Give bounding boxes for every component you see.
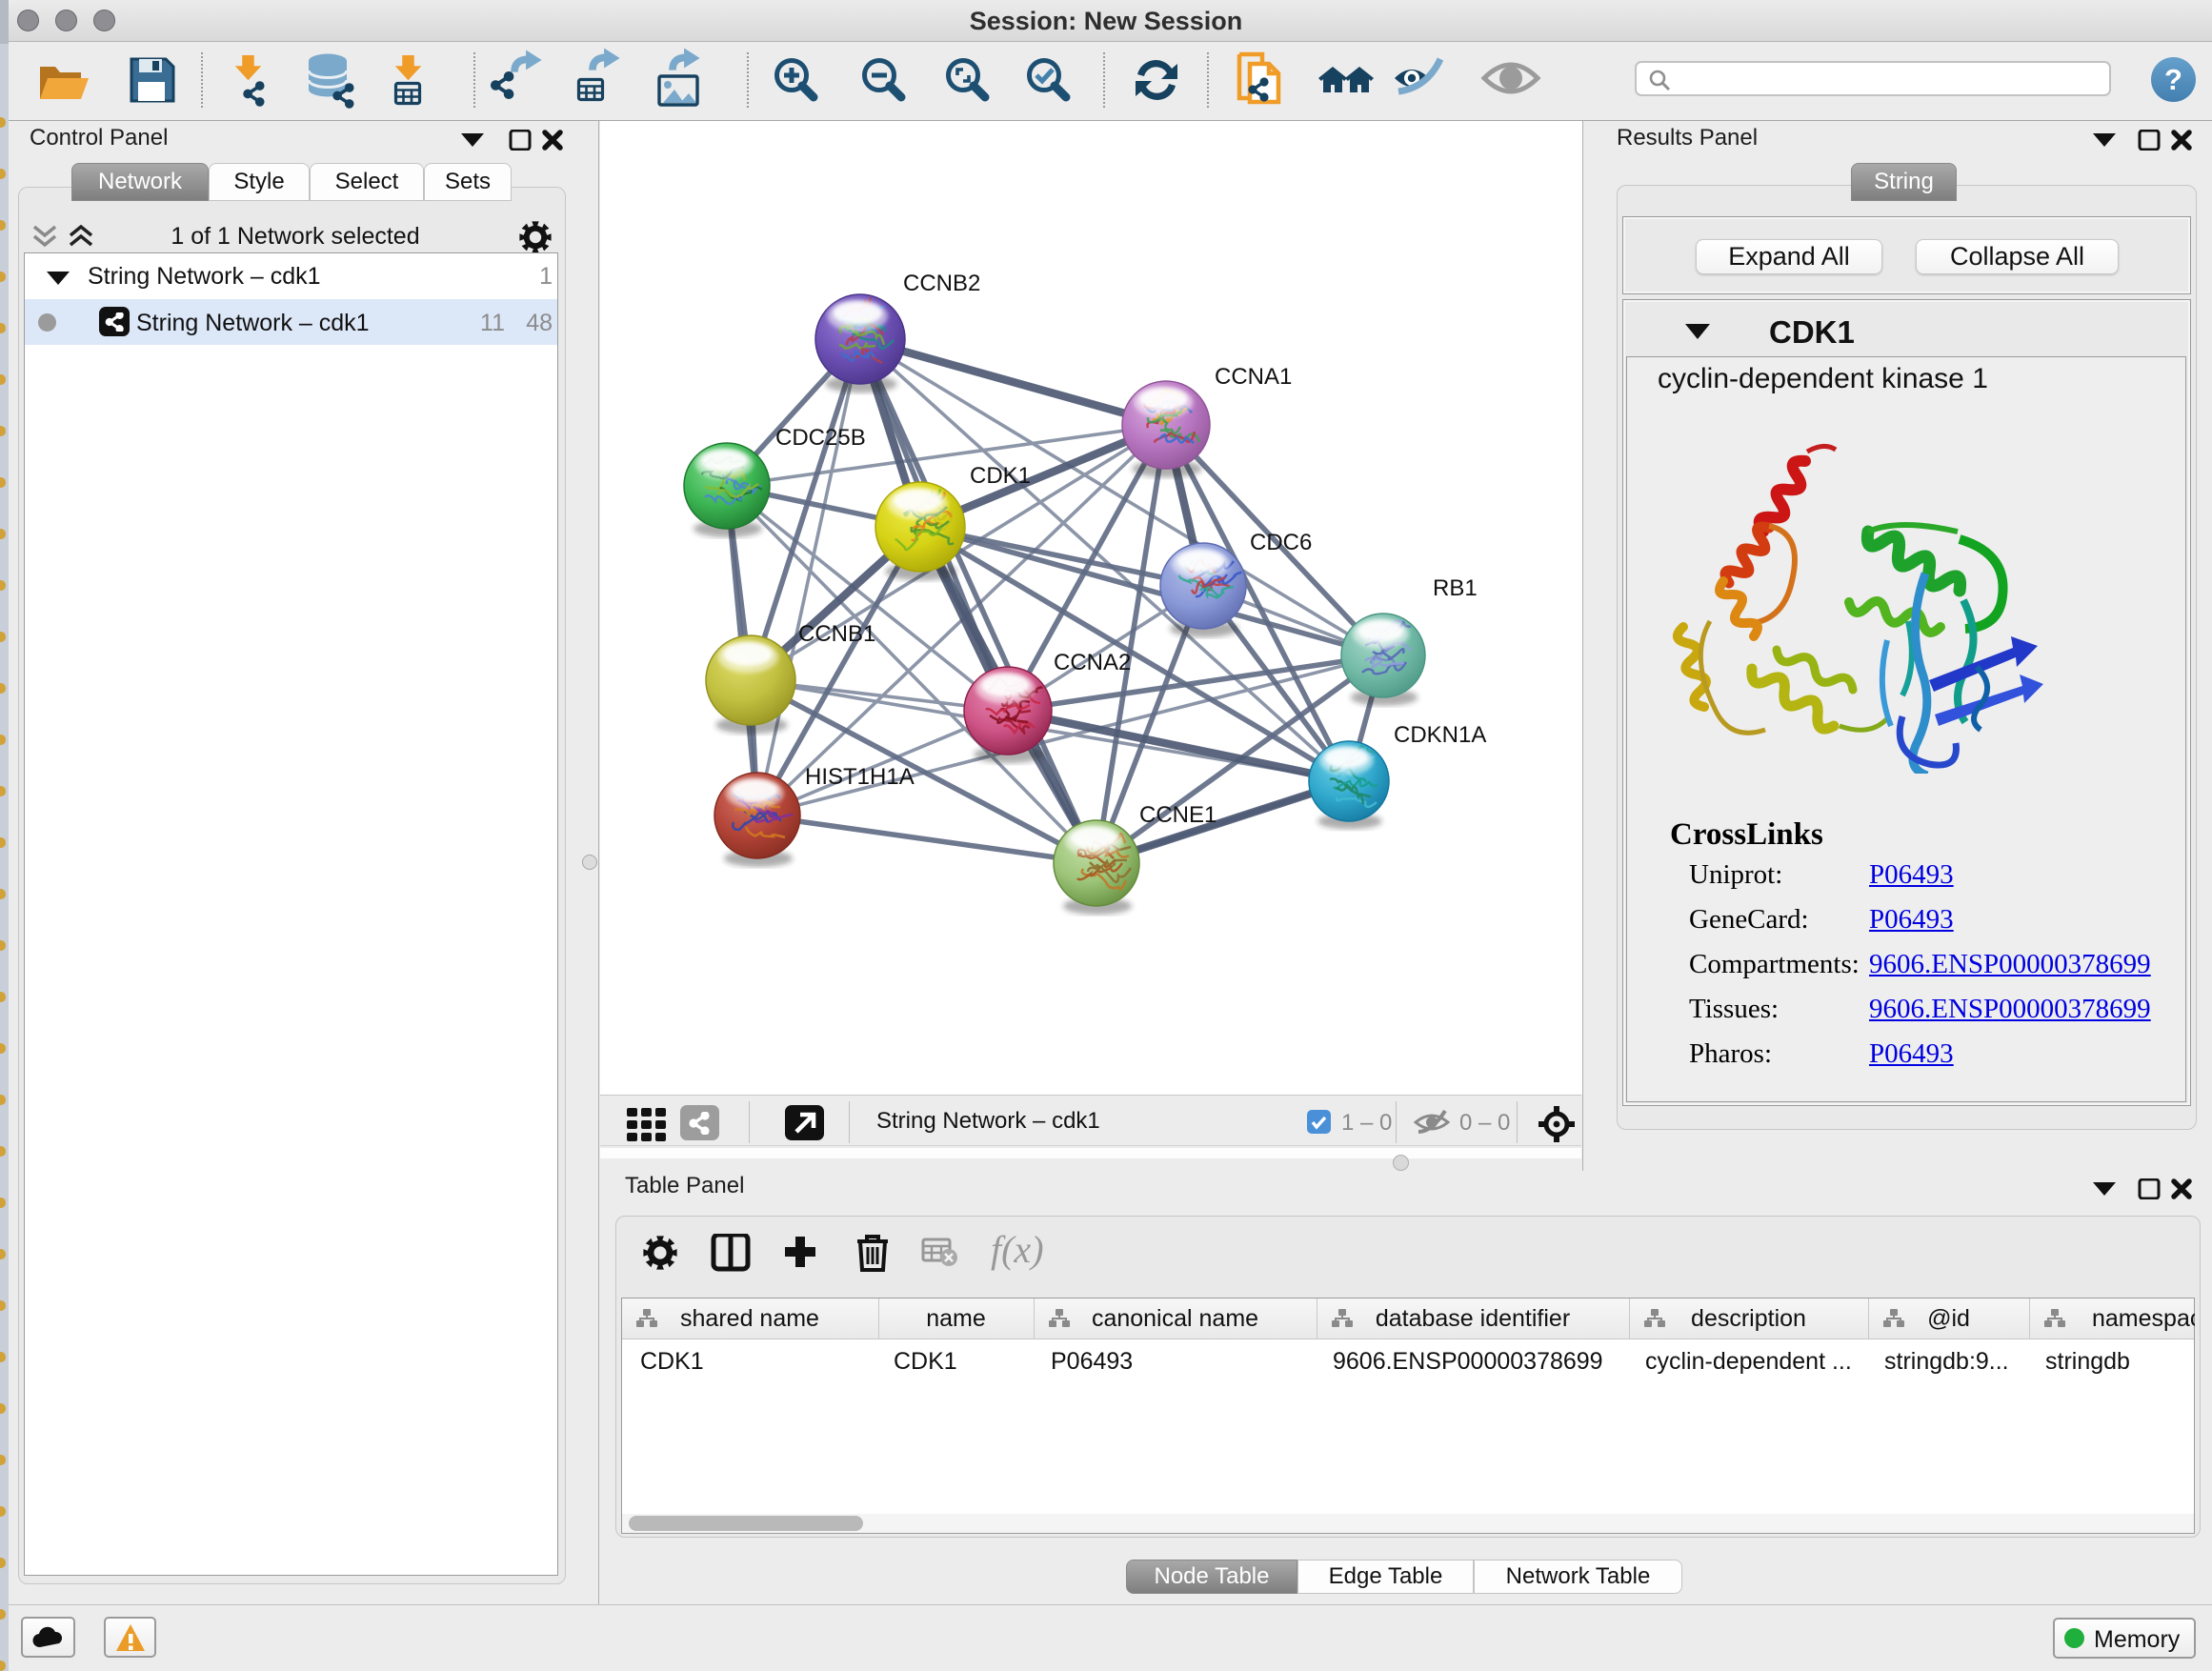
svg-text:CCNB2: CCNB2 bbox=[903, 271, 980, 296]
svg-text:CDK1: CDK1 bbox=[970, 463, 1031, 489]
svg-text:CDC25B: CDC25B bbox=[775, 425, 866, 451]
svg-text:CCNB1: CCNB1 bbox=[798, 621, 875, 647]
svg-text:HIST1H1A: HIST1H1A bbox=[805, 764, 915, 790]
svg-text:CCNA2: CCNA2 bbox=[1054, 650, 1131, 675]
svg-text:CDKN1A: CDKN1A bbox=[1394, 722, 1486, 748]
svg-text:CCNA1: CCNA1 bbox=[1215, 364, 1292, 390]
svg-text:CDC6: CDC6 bbox=[1250, 530, 1312, 555]
svg-text:CCNE1: CCNE1 bbox=[1139, 802, 1217, 828]
svg-text:RB1: RB1 bbox=[1433, 575, 1478, 601]
